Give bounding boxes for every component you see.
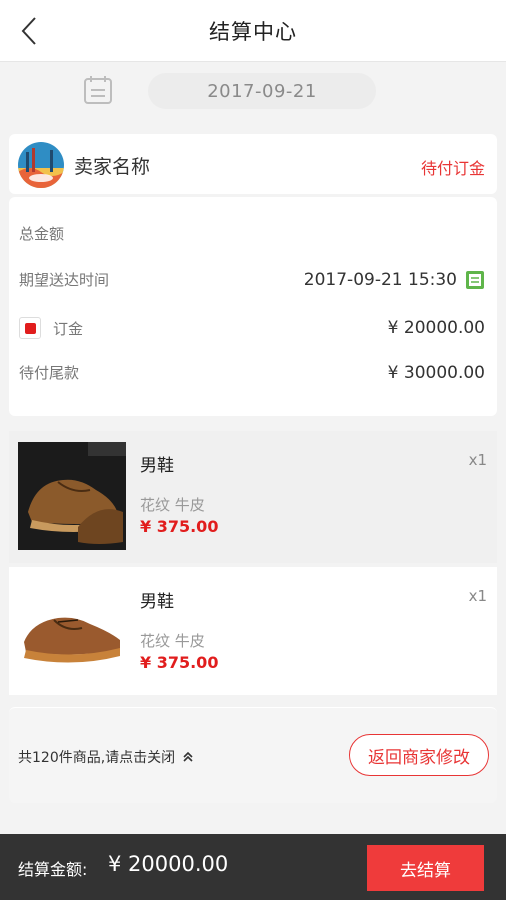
delivery-time-label: 期望送达时间 [19,271,110,289]
product-name: 男鞋 [140,592,174,612]
seller-card: 卖家名称 待付订金 [9,134,497,194]
deposit-checkbox[interactable] [19,317,41,339]
top-nav-bar: 结算中心 [0,0,506,62]
product-spec: 花纹 牛皮 [140,496,205,514]
product-spec: 花纹 牛皮 [140,632,205,650]
calendar-icon[interactable] [82,74,114,106]
product-image [18,442,126,550]
deposit-label: 订金 [53,319,84,338]
order-summary-card: 总金额 期望送达时间 2017-09-21 15:30 订金 ¥ 20000.0… [9,197,497,416]
seller-name: 卖家名称 [74,156,151,178]
deposit-value: ¥ 20000.00 [387,318,485,338]
product-image [18,578,126,686]
order-status-label: 待付订金 [420,159,485,178]
balance-value: ¥ 30000.00 [387,362,485,383]
delivery-time-value: 2017-09-21 15:30 [303,269,457,290]
product-price: ¥ 375.00 [140,653,219,672]
delivery-time-value-wrap: 2017-09-21 15:30 [304,270,485,290]
product-quantity: x1 [468,451,487,469]
balance-row: 待付尾款 ¥ 30000.00 [19,362,485,383]
chevron-up-double-icon [183,751,193,762]
return-to-seller-button[interactable]: 返回商家修改 [349,734,489,776]
back-icon [21,17,36,45]
checkbox-checked-icon [24,322,36,334]
total-items-text: 共120件商品,请点击关闭 [18,750,176,766]
delivery-time-row: 期望送达时间 2017-09-21 15:30 [19,269,485,290]
page-title: 结算中心 [209,19,297,44]
pay-amount-label: 结算金额: [18,860,88,879]
date-selector[interactable]: 2017-09-21 [148,73,376,109]
deposit-row: 订金 ¥ 20000.00 [19,317,485,339]
total-row: 总金额 [19,223,485,244]
product-quantity: x1 [468,587,487,605]
product-item[interactable]: 男鞋 x1 花纹 牛皮 ¥ 375.00 [9,431,497,563]
product-name: 男鞋 [140,456,174,476]
collapse-items-toggle[interactable]: 共120件商品,请点击关闭 [18,747,195,767]
balance-label: 待付尾款 [19,364,80,382]
pay-amount-value: ¥ 20000.00 [108,852,229,876]
order-footer-card: 共120件商品,请点击关闭 返回商家修改 [9,707,497,803]
checkout-button[interactable]: 去结算 [367,845,484,891]
back-button[interactable] [14,13,44,49]
product-item[interactable]: 男鞋 x1 花纹 牛皮 ¥ 375.00 [9,567,497,695]
checkout-bar: 结算金额: ¥ 20000.00 去结算 [0,834,506,900]
deposit-label-wrap: 订金 [19,317,83,339]
seller-avatar [18,142,64,188]
total-label: 总金额 [19,225,65,243]
date-bar: 2017-09-21 [0,62,506,120]
calendar-small-icon[interactable] [465,270,485,290]
product-price: ¥ 375.00 [140,517,219,536]
